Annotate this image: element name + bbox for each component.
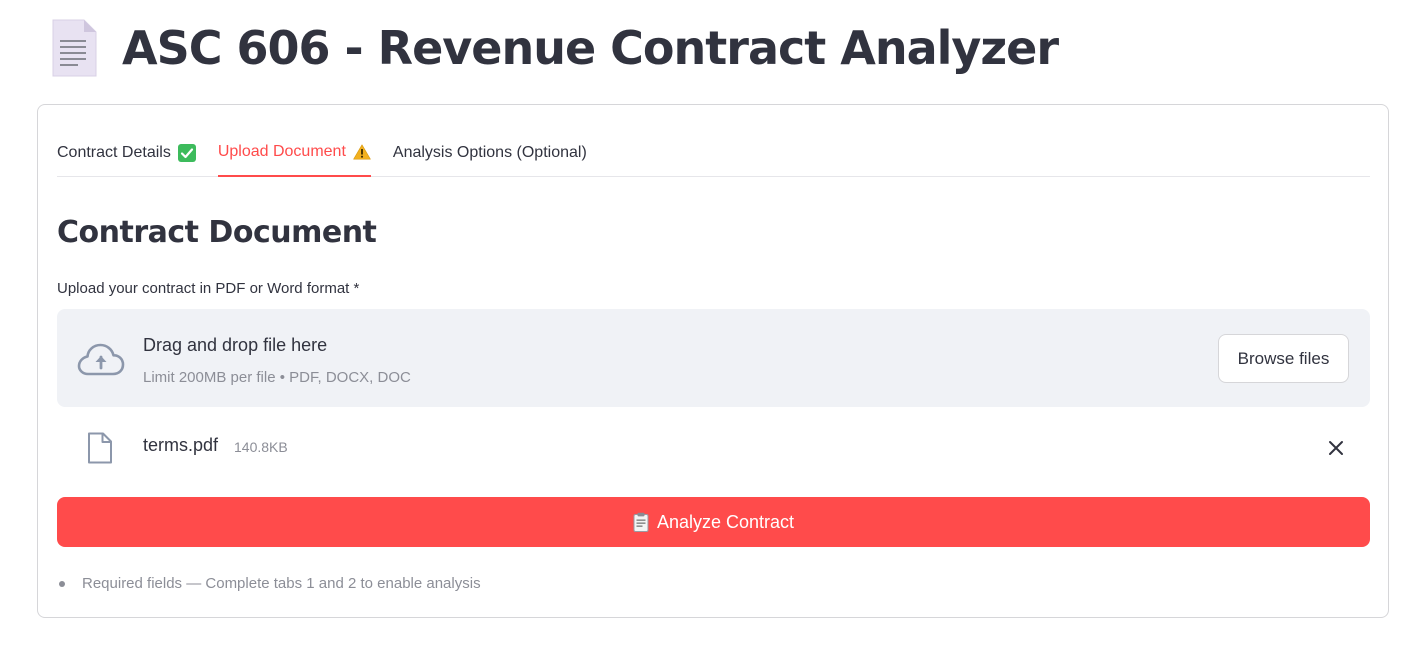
file-name: terms.pdf: [143, 435, 219, 455]
analyze-button-label: Analyze Contract: [656, 511, 795, 532]
dropzone-limits: Limit 200MB per file • PDF, DOCX, DOC: [143, 369, 411, 386]
section-title: Contract Document: [57, 215, 377, 250]
analyze-contract-button[interactable]: Analyze Contract: [57, 497, 1370, 547]
page-header: ASC 606 - Revenue Contract Analyzer: [50, 18, 1059, 78]
required-fields-note: Required fields — Complete tabs 1 and 2 …: [57, 575, 481, 592]
tab-label: Upload Document: [217, 143, 346, 160]
file-icon: [88, 432, 112, 464]
upload-field-label: Upload your contract in PDF or Word form…: [57, 280, 360, 297]
dropzone-title: Drag and drop file here: [143, 335, 328, 355]
close-icon[interactable]: [1327, 439, 1345, 457]
cloud-upload-icon: [77, 343, 125, 376]
bullet-icon: [59, 580, 65, 587]
tab-analysis-options[interactable]: Analysis Options (Optional): [393, 129, 587, 176]
uploaded-file-row: terms.pdf 140.8KB: [57, 423, 1370, 471]
tab-label: Contract Details: [57, 143, 171, 161]
clipboard-icon: [633, 512, 649, 532]
form-container: Contract Details Upload Document Analysi…: [37, 104, 1389, 618]
browse-files-button[interactable]: Browse files: [1218, 334, 1349, 383]
file-size: 140.8KB: [234, 439, 288, 455]
warning-icon: [353, 144, 371, 160]
page-title: ASC 606 - Revenue Contract Analyzer: [122, 21, 1059, 75]
tab-bar: Contract Details Upload Document Analysi…: [57, 129, 1370, 177]
file-dropzone[interactable]: Drag and drop file here Limit 200MB per …: [57, 309, 1370, 407]
tab-upload-document[interactable]: Upload Document: [217, 129, 371, 177]
note-text: Required fields — Complete tabs 1 and 2 …: [82, 575, 481, 592]
document-icon: [52, 19, 97, 77]
tab-label: Analysis Options (Optional): [392, 143, 587, 161]
tab-contract-details[interactable]: Contract Details: [57, 129, 196, 176]
check-mark-icon: [177, 143, 196, 162]
